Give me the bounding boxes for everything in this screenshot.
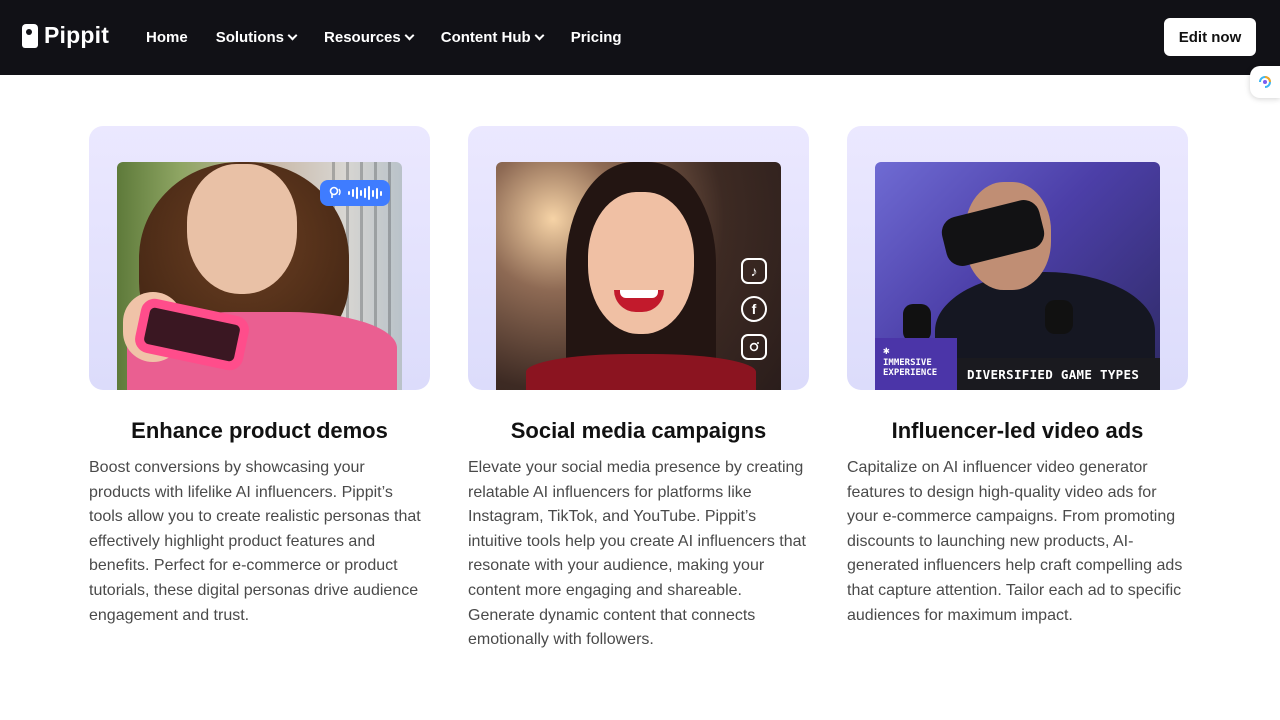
nav-home-label: Home bbox=[146, 29, 188, 46]
chevron-down-icon bbox=[534, 30, 545, 41]
teeth-shape bbox=[620, 290, 658, 298]
nav-pricing[interactable]: Pricing bbox=[571, 29, 622, 46]
feature-card-product-demos: Enhance product demos Boost conversions … bbox=[89, 126, 430, 628]
controller-shape bbox=[1045, 300, 1073, 334]
logo-text: Pippit bbox=[44, 22, 110, 48]
tiktok-icon: ♪ bbox=[741, 258, 767, 284]
card-description: Elevate your social media presence by cr… bbox=[468, 459, 806, 649]
face-shape bbox=[588, 192, 694, 334]
card-title: Enhance product demos bbox=[131, 418, 388, 443]
card-image-frame: ♪ f bbox=[468, 126, 809, 390]
nav-solutions[interactable]: Solutions bbox=[215, 29, 298, 46]
audio-wave-icon bbox=[348, 186, 382, 200]
chevron-down-icon bbox=[404, 30, 415, 41]
top-shape bbox=[526, 354, 756, 390]
nav-pricing-label: Pricing bbox=[570, 29, 622, 46]
edit-now-button[interactable]: Edit now bbox=[1164, 18, 1256, 56]
controller-shape bbox=[903, 304, 931, 342]
pippit-logo-icon bbox=[22, 23, 38, 48]
instagram-icon bbox=[741, 334, 767, 360]
feature-card-video-ads: ✱ IMMERSIVE EXPERIENCE DIVERSIFIED GAME … bbox=[847, 126, 1188, 628]
facebook-icon: f bbox=[741, 296, 767, 322]
voice-icon bbox=[329, 186, 341, 198]
card-title: Influencer-led video ads bbox=[891, 418, 1144, 443]
nav-content-hub-label: Content Hub bbox=[440, 29, 531, 46]
feature-card-social-media: ♪ f Social media campaigns Elevate your … bbox=[468, 126, 809, 653]
smiling-influencer-image: ♪ f bbox=[496, 162, 781, 390]
nav-home[interactable]: Home bbox=[146, 29, 188, 46]
sparkle-icon: ✱ bbox=[883, 344, 890, 357]
chevron-down-icon bbox=[287, 30, 298, 41]
nav-resources[interactable]: Resources bbox=[324, 29, 415, 46]
main-menu: Home Solutions Resources Content Hub Pri… bbox=[146, 0, 650, 75]
card-image-frame bbox=[89, 126, 430, 390]
voice-badge bbox=[320, 180, 390, 206]
game-types-badge: DIVERSIFIED GAME TYPES bbox=[957, 358, 1160, 390]
top-navbar: Pippit Home Solutions Resources Content … bbox=[0, 0, 1280, 75]
influencer-demo-image bbox=[117, 162, 402, 390]
card-title: Social media campaigns bbox=[510, 418, 767, 443]
assistant-icon bbox=[1259, 76, 1271, 88]
immersive-experience-badge: ✱ IMMERSIVE EXPERIENCE bbox=[875, 338, 957, 390]
nav-content-hub[interactable]: Content Hub bbox=[440, 29, 545, 46]
pippit-logo[interactable]: Pippit bbox=[22, 22, 109, 49]
floating-assistant-button[interactable] bbox=[1250, 66, 1280, 98]
nav-solutions-label: Solutions bbox=[215, 29, 285, 46]
immersive-badge-label: IMMERSIVE EXPERIENCE bbox=[883, 358, 938, 378]
vr-gamer-image: ✱ IMMERSIVE EXPERIENCE DIVERSIFIED GAME … bbox=[875, 162, 1160, 390]
card-description: Boost conversions by showcasing your pro… bbox=[89, 459, 421, 624]
face-shape bbox=[187, 164, 297, 294]
card-description: Capitalize on AI influencer video genera… bbox=[847, 459, 1183, 624]
card-image-frame: ✱ IMMERSIVE EXPERIENCE DIVERSIFIED GAME … bbox=[847, 126, 1188, 390]
nav-resources-label: Resources bbox=[324, 29, 401, 46]
